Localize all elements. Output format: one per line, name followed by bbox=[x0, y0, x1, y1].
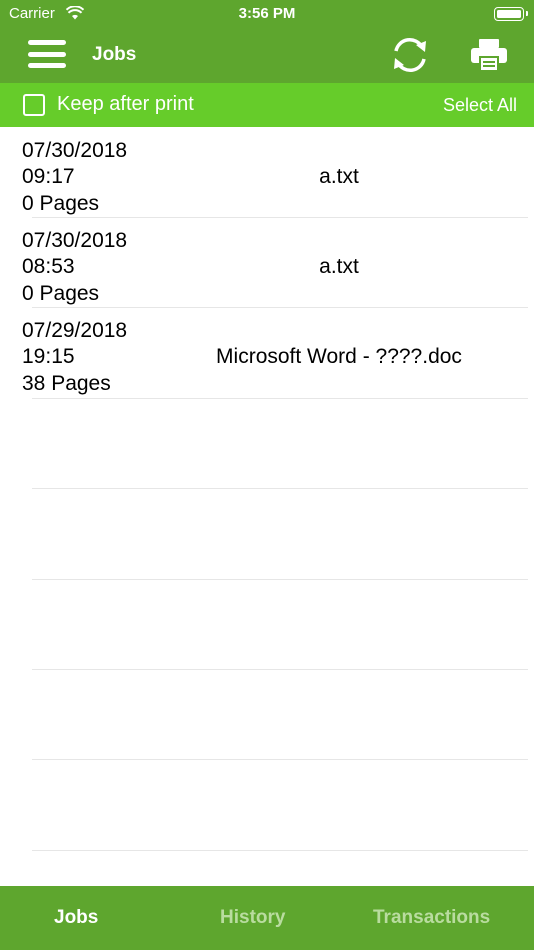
page-title: Jobs bbox=[92, 44, 137, 65]
job-filename: Microsoft Word - ????.doc bbox=[216, 345, 462, 368]
menu-icon bbox=[28, 40, 66, 45]
status-time: 3:56 PM bbox=[238, 5, 296, 22]
printer-icon[interactable] bbox=[470, 38, 508, 72]
job-filename: a.txt bbox=[319, 165, 359, 188]
job-filename: a.txt bbox=[319, 255, 359, 278]
tab-bar: Jobs History Transactions bbox=[0, 886, 534, 950]
row-divider bbox=[32, 488, 528, 489]
job-date: 07/30/2018 bbox=[22, 229, 128, 252]
job-date: 07/30/2018 bbox=[22, 139, 128, 162]
job-pages: 0 Pages bbox=[22, 282, 100, 305]
select-all-button[interactable]: Select All bbox=[443, 95, 517, 116]
job-time: 09:17 bbox=[22, 165, 75, 188]
status-bar: Carrier 3:56 PM bbox=[0, 0, 534, 28]
options-bar: Keep after print Select All bbox=[0, 83, 534, 127]
keep-after-print-checkbox[interactable] bbox=[23, 94, 45, 116]
job-pages: 38 Pages bbox=[22, 372, 111, 395]
refresh-icon[interactable] bbox=[388, 34, 432, 76]
row-divider bbox=[32, 850, 528, 851]
job-time: 19:15 bbox=[22, 345, 75, 368]
job-row[interactable]: 07/30/2018 08:53 0 Pages a.txt bbox=[0, 217, 534, 307]
jobs-list: 07/30/2018 09:17 0 Pages a.txt 07/30/201… bbox=[0, 127, 534, 886]
top-bar: Carrier 3:56 PM Jobs bbox=[0, 0, 534, 83]
job-pages: 0 Pages bbox=[22, 192, 100, 215]
row-divider bbox=[32, 669, 528, 670]
job-time: 08:53 bbox=[22, 255, 75, 278]
keep-after-print-label: Keep after print bbox=[57, 93, 194, 115]
nav-bar: Jobs bbox=[0, 28, 534, 83]
tab-transactions[interactable]: Transactions bbox=[373, 907, 490, 929]
menu-button[interactable] bbox=[28, 40, 66, 68]
row-divider bbox=[32, 759, 528, 760]
job-row[interactable]: 07/29/2018 19:15 38 Pages Microsoft Word… bbox=[0, 307, 534, 397]
job-date: 07/29/2018 bbox=[22, 319, 128, 342]
row-divider bbox=[32, 398, 528, 399]
job-row[interactable]: 07/30/2018 09:17 0 Pages a.txt bbox=[0, 127, 534, 217]
row-divider bbox=[32, 579, 528, 580]
tab-jobs[interactable]: Jobs bbox=[54, 907, 98, 929]
battery-icon bbox=[494, 7, 528, 21]
tab-history[interactable]: History bbox=[220, 907, 285, 929]
